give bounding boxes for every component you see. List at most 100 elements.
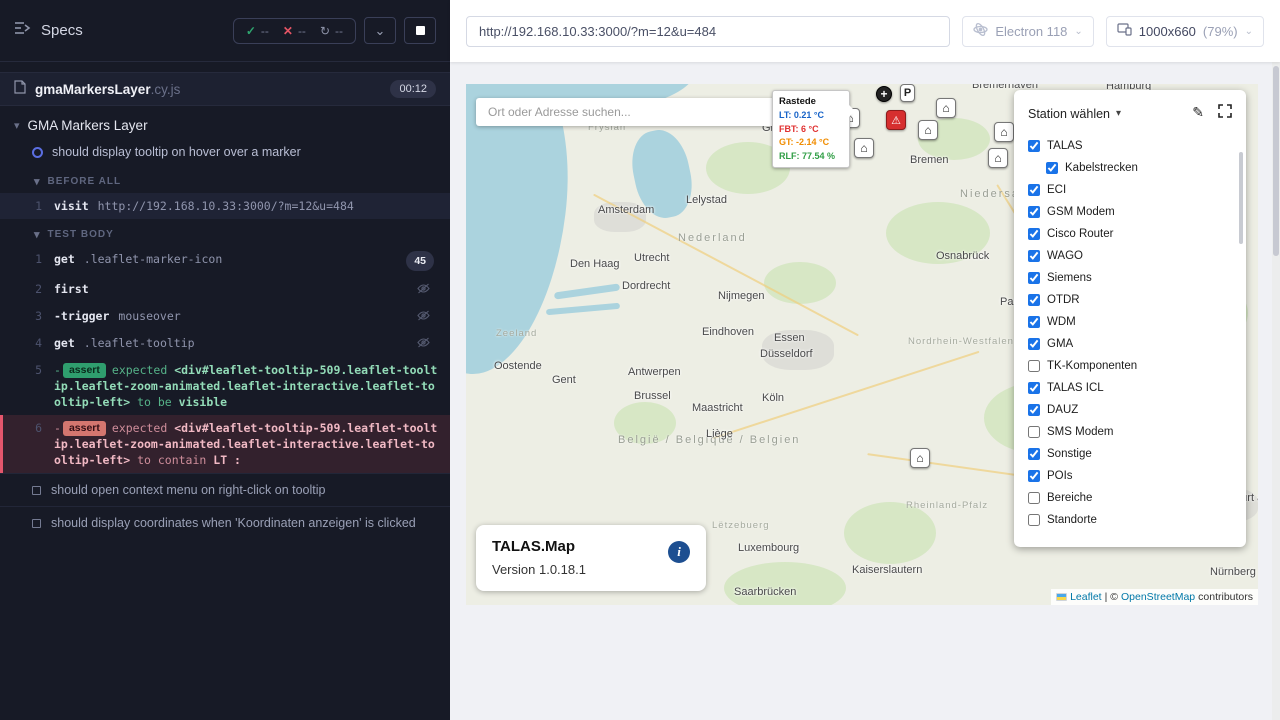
viewport-select[interactable]: 1000x660 (79%) ⌄ <box>1106 16 1264 47</box>
layer-checkbox-gsm-modem[interactable] <box>1028 206 1040 218</box>
map-label: Utrecht <box>634 252 669 264</box>
layer-checkbox-cisco-router[interactable] <box>1028 228 1040 240</box>
stat-passed: ✓ -- <box>246 24 269 38</box>
assert-tail: LT : <box>213 453 241 467</box>
layer-item-wdm: WDM <box>1014 311 1246 333</box>
assert-chip-passed: assert <box>63 363 106 378</box>
cross-icon: ✕ <box>283 24 293 38</box>
assert-body: -assertexpected <div#leaflet-tooltip-509… <box>54 420 440 468</box>
station-select[interactable]: Station wählen ▾ <box>1028 107 1121 121</box>
map-attribution: Leaflet | © OpenStreetMap contributors <box>1051 589 1258 605</box>
specs-menu-icon[interactable] <box>14 21 31 40</box>
browser-select[interactable]: Electron 118 ⌄ <box>962 16 1093 47</box>
alarm-marker-hovered[interactable]: ⚠ <box>886 110 906 130</box>
aut-pane: http://192.168.10.33:3000/?m=12&u=484 El… <box>450 0 1280 720</box>
layer-label: POIs <box>1047 470 1073 482</box>
station-marker[interactable]: ⌂ <box>910 448 930 468</box>
url-bar[interactable]: http://192.168.10.33:3000/?m=12&u=484 <box>466 16 950 47</box>
aut-header: http://192.168.10.33:3000/?m=12&u=484 El… <box>450 0 1280 62</box>
parking-marker[interactable]: P <box>900 84 915 102</box>
command-message: .leaflet-marker-icon <box>84 252 222 266</box>
layer-label: Siemens <box>1047 272 1092 284</box>
command-first[interactable]: 2 first <box>0 276 450 303</box>
page-scrollbar[interactable] <box>1272 62 1280 720</box>
map-label: Osnabrück <box>936 250 989 262</box>
layer-label: SMS Modem <box>1047 426 1113 438</box>
assert-passed[interactable]: 5 -assertexpected <div#leaflet-tooltip-5… <box>0 357 450 415</box>
layer-item-gma: GMA <box>1014 333 1246 355</box>
command-get-tooltip[interactable]: 4 get.leaflet-tooltip <box>0 330 450 357</box>
fullscreen-icon[interactable] <box>1218 104 1232 123</box>
browser-label: Electron 118 <box>995 24 1067 39</box>
cluster-plus-marker[interactable]: + <box>876 86 892 102</box>
section-label: TEST BODY <box>48 229 114 240</box>
layer-checkbox-standorte[interactable] <box>1028 514 1040 526</box>
layer-checkbox-talas[interactable] <box>1028 140 1040 152</box>
osm-link[interactable]: OpenStreetMap <box>1121 591 1195 603</box>
command-number: 2 <box>0 281 54 297</box>
layer-checkbox-bereiche[interactable] <box>1028 492 1040 504</box>
layer-checkbox-tk-komponenten[interactable] <box>1028 360 1040 372</box>
suite-title: GMA Markers Layer <box>28 118 148 133</box>
layer-checkbox-pois[interactable] <box>1028 470 1040 482</box>
layer-checkbox-talas-icl[interactable] <box>1028 382 1040 394</box>
layer-checkbox-sonstige[interactable] <box>1028 448 1040 460</box>
spec-ext: .cy.js <box>151 82 181 97</box>
stop-button[interactable] <box>404 17 436 44</box>
station-marker[interactable]: ⌂ <box>994 122 1014 142</box>
layer-checkbox-siemens[interactable] <box>1028 272 1040 284</box>
map-label: Den Haag <box>570 258 620 270</box>
command-trigger-mouseover[interactable]: 3 -triggermouseover <box>0 303 450 330</box>
chevron-down-icon: ▾ <box>34 228 41 241</box>
command-body: first <box>54 281 409 297</box>
assert-failed[interactable]: 6 -assertexpected <div#leaflet-tooltip-5… <box>0 415 450 473</box>
section-test-body[interactable]: ▾ TEST BODY <box>0 219 450 246</box>
command-number: 5 <box>0 362 54 378</box>
ukraine-flag-icon <box>1056 593 1067 601</box>
layer-item-dauz: DAUZ <box>1014 399 1246 421</box>
layer-item-cisco-router: Cisco Router <box>1014 223 1246 245</box>
layer-checkbox-wago[interactable] <box>1028 250 1040 262</box>
layer-item-gsm-modem: GSM Modem <box>1014 201 1246 223</box>
passed-count: -- <box>261 24 269 38</box>
specs-label[interactable]: Specs <box>41 22 83 39</box>
spec-header[interactable]: gmaMarkersLayer .cy.js 00:12 <box>0 72 450 106</box>
layer-checkbox-dauz[interactable] <box>1028 404 1040 416</box>
layer-checkbox-kabelstrecken[interactable] <box>1046 162 1058 174</box>
layer-item-talas-icl: TALAS ICL <box>1014 377 1246 399</box>
station-marker[interactable]: ⌂ <box>854 138 874 158</box>
edit-icon[interactable]: ✎ <box>1192 104 1204 123</box>
station-panel-header: Station wählen ▾ ✎ <box>1014 90 1246 135</box>
search-input[interactable] <box>486 104 766 120</box>
layer-checkbox-eci[interactable] <box>1028 184 1040 196</box>
assert-body: -assertexpected <div#leaflet-tooltip-509… <box>54 362 440 410</box>
station-marker[interactable]: ⌂ <box>936 98 956 118</box>
panel-scrollbar[interactable] <box>1239 152 1243 244</box>
test-pending-coordinates[interactable]: should display coordinates when 'Koordin… <box>0 506 450 539</box>
leaflet-map[interactable]: Fryslân Groningen Amsterdam Lelystad Ned… <box>466 84 1258 605</box>
collapse-button[interactable]: ⌄ <box>364 17 396 44</box>
scrollbar-thumb[interactable] <box>1273 66 1279 256</box>
assert-dash: - <box>54 421 61 435</box>
layer-checkbox-otdr[interactable] <box>1028 294 1040 306</box>
info-button[interactable]: i <box>668 541 690 563</box>
map-label: Brussel <box>634 390 671 402</box>
station-marker[interactable]: ⌂ <box>918 120 938 140</box>
layer-checkbox-gma[interactable] <box>1028 338 1040 350</box>
station-icon: ⌂ <box>916 451 923 465</box>
chevron-down-icon: ⌄ <box>375 23 386 39</box>
suite-gma-markers-layer[interactable]: ▾ GMA Markers Layer <box>0 106 450 139</box>
spec-file-icon <box>14 80 26 99</box>
command-visit[interactable]: 1 visithttp://192.168.10.33:3000/?m=12&u… <box>0 193 450 219</box>
layer-checkbox-wdm[interactable] <box>1028 316 1040 328</box>
test-pending-context-menu[interactable]: should open context menu on right-click … <box>0 473 450 506</box>
section-before-all[interactable]: ▾ BEFORE ALL <box>0 166 450 193</box>
test-active[interactable]: should display tooltip on hover over a m… <box>0 139 450 166</box>
map-label: Antwerpen <box>628 366 681 378</box>
layer-checkbox-sms-modem[interactable] <box>1028 426 1040 438</box>
command-get-marker-icon[interactable]: 1 get.leaflet-marker-icon 45 <box>0 246 450 276</box>
map-label: Köln <box>762 392 784 404</box>
leaflet-link[interactable]: Leaflet <box>1070 591 1102 603</box>
station-marker[interactable]: ⌂ <box>988 148 1008 168</box>
layer-label: Cisco Router <box>1047 228 1113 240</box>
